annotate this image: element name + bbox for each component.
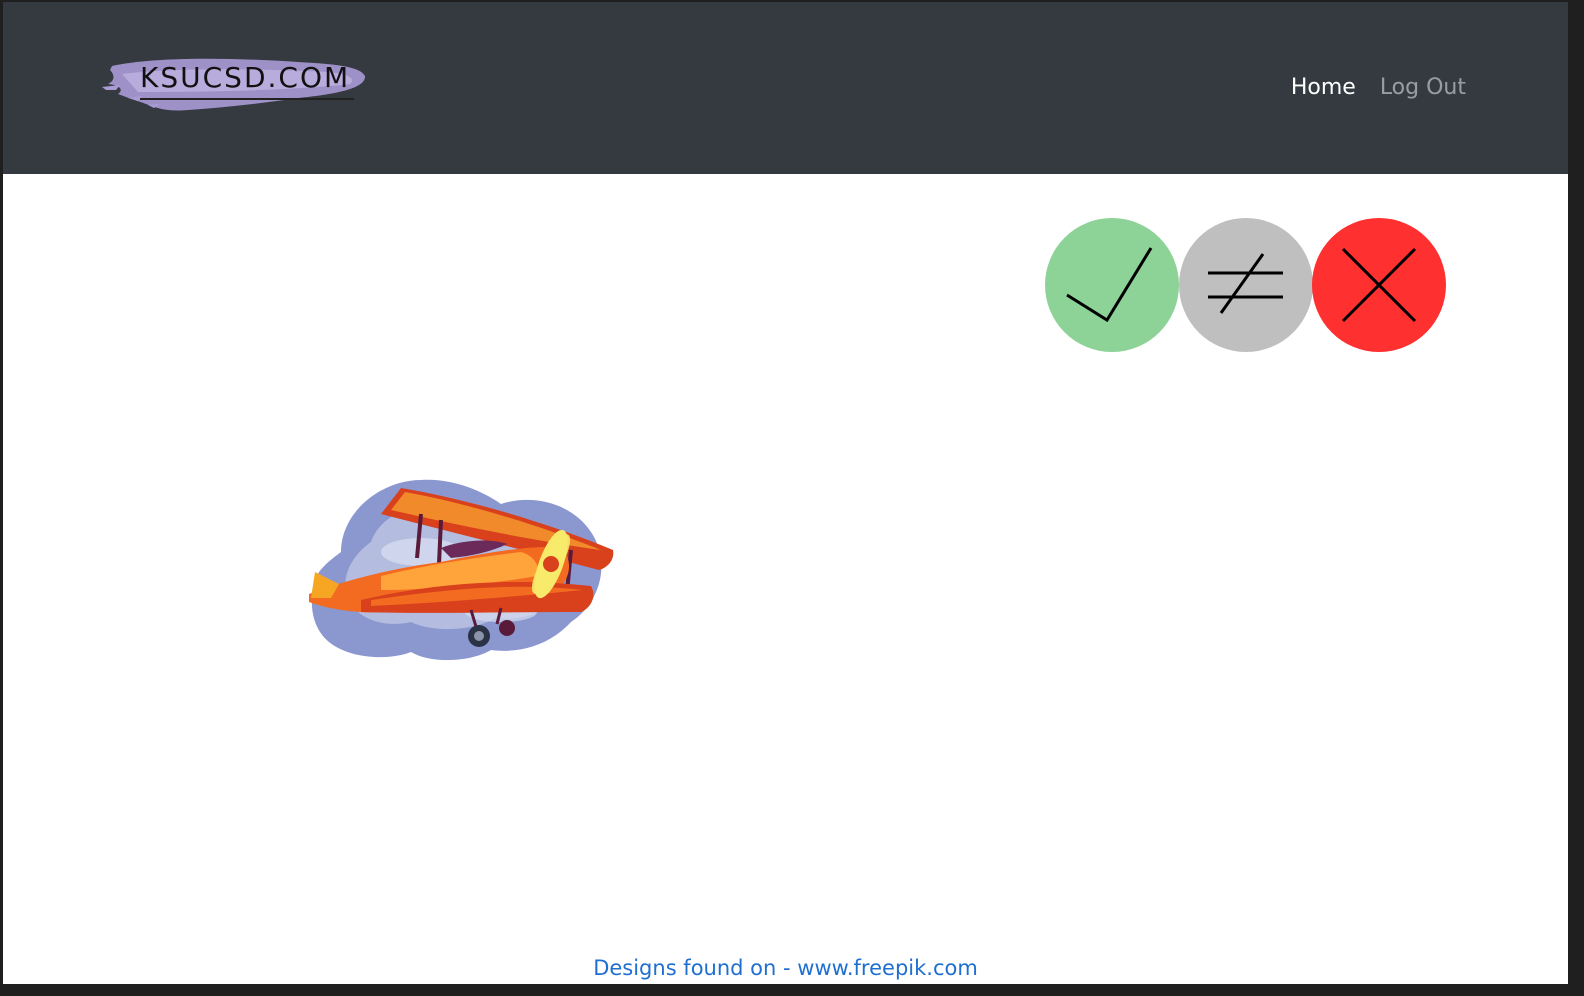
- approve-button[interactable]: [1045, 218, 1179, 352]
- navbar: KSUCSD.COM Home Log Out: [3, 2, 1568, 174]
- brand-logo[interactable]: KSUCSD.COM: [98, 52, 373, 117]
- biplane-illustration: [301, 472, 617, 668]
- brand-underline: [140, 98, 354, 100]
- footer-credit: Designs found on - www.freepik.com: [3, 956, 1568, 980]
- biplane-cloud-illustration: [309, 479, 614, 661]
- app-window: KSUCSD.COM Home Log Out Designs found on…: [3, 2, 1568, 984]
- close-icon: [1341, 247, 1417, 323]
- reject-button[interactable]: [1312, 218, 1446, 352]
- not-equal-button[interactable]: [1179, 218, 1313, 352]
- check-icon: [1066, 247, 1153, 323]
- freepik-link[interactable]: www.freepik.com: [797, 956, 978, 980]
- brand-name: KSUCSD.COM: [140, 61, 351, 94]
- nav-link-logout[interactable]: Log Out: [1380, 75, 1466, 100]
- nav-links: Home Log Out: [1291, 75, 1466, 100]
- nav-link-home[interactable]: Home: [1291, 75, 1356, 100]
- footer-prefix: Designs found on -: [593, 956, 798, 980]
- not-equal-icon: [1208, 253, 1283, 314]
